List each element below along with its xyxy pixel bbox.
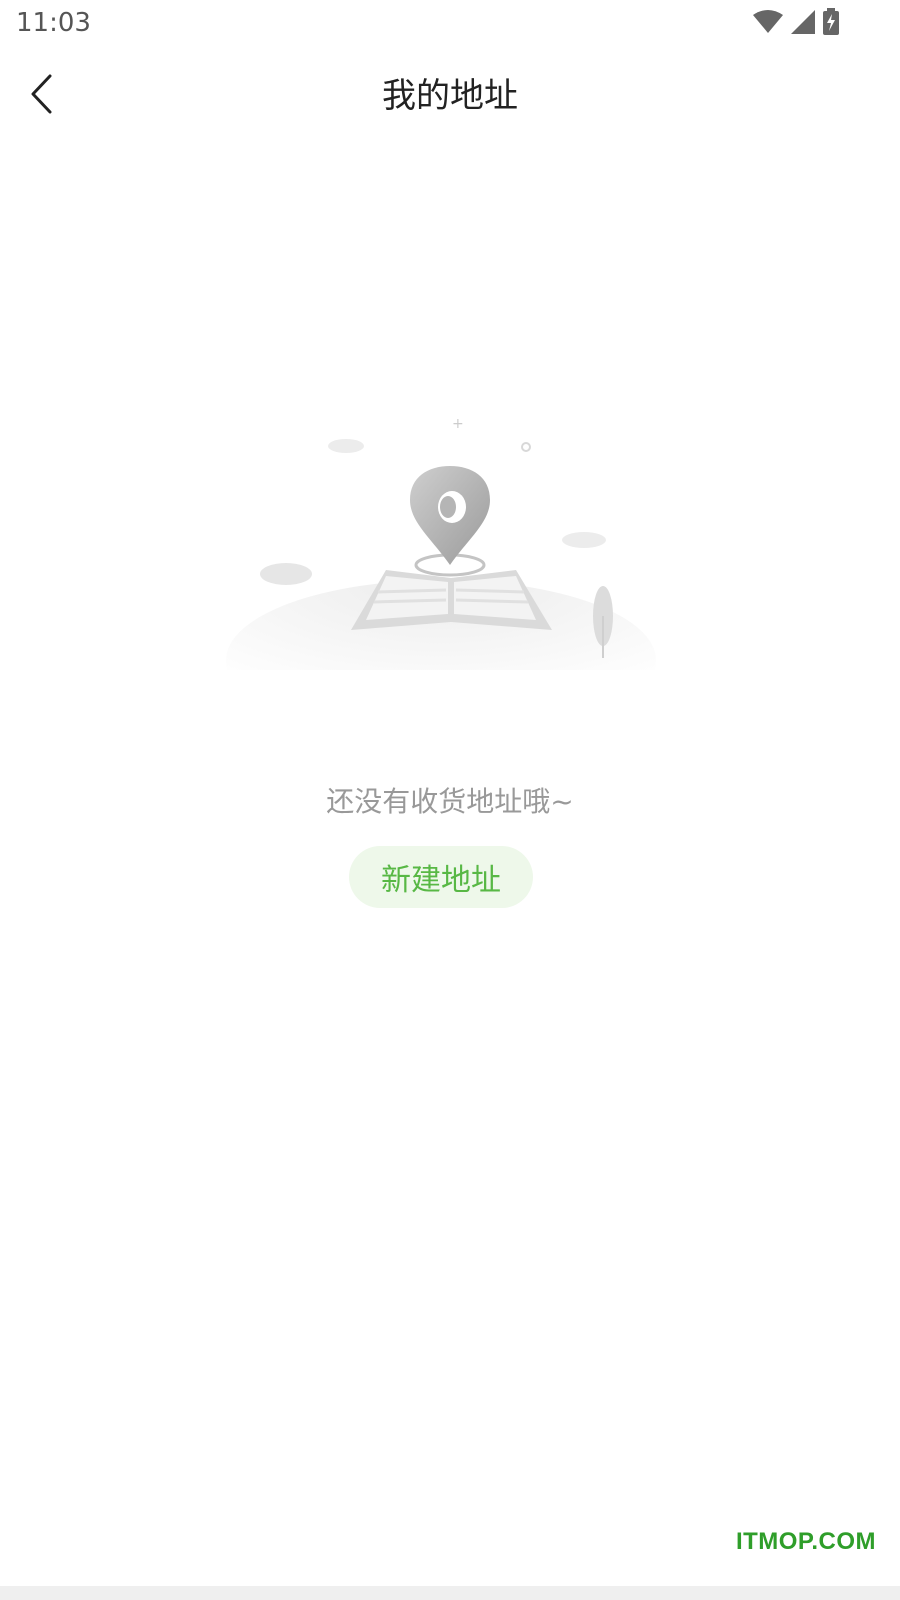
nav-bar: 我的地址 [0, 48, 900, 140]
wifi-icon [752, 9, 784, 35]
cellular-signal-icon [790, 9, 816, 35]
new-address-button[interactable]: 新建地址 [349, 846, 533, 908]
watermark-logo: ITMOP.COM [735, 1528, 876, 1555]
svg-text:+: + [452, 416, 464, 432]
status-icons [752, 8, 840, 36]
empty-state-message: 还没有收货地址哦~ [326, 785, 574, 818]
status-time: 11:03 [16, 8, 91, 38]
battery-charging-icon [822, 8, 840, 36]
empty-address-illustration: + [226, 410, 656, 740]
bottom-strip [0, 1586, 900, 1600]
page-title: 我的地址 [382, 76, 518, 116]
status-bar: 11:03 [0, 0, 900, 48]
